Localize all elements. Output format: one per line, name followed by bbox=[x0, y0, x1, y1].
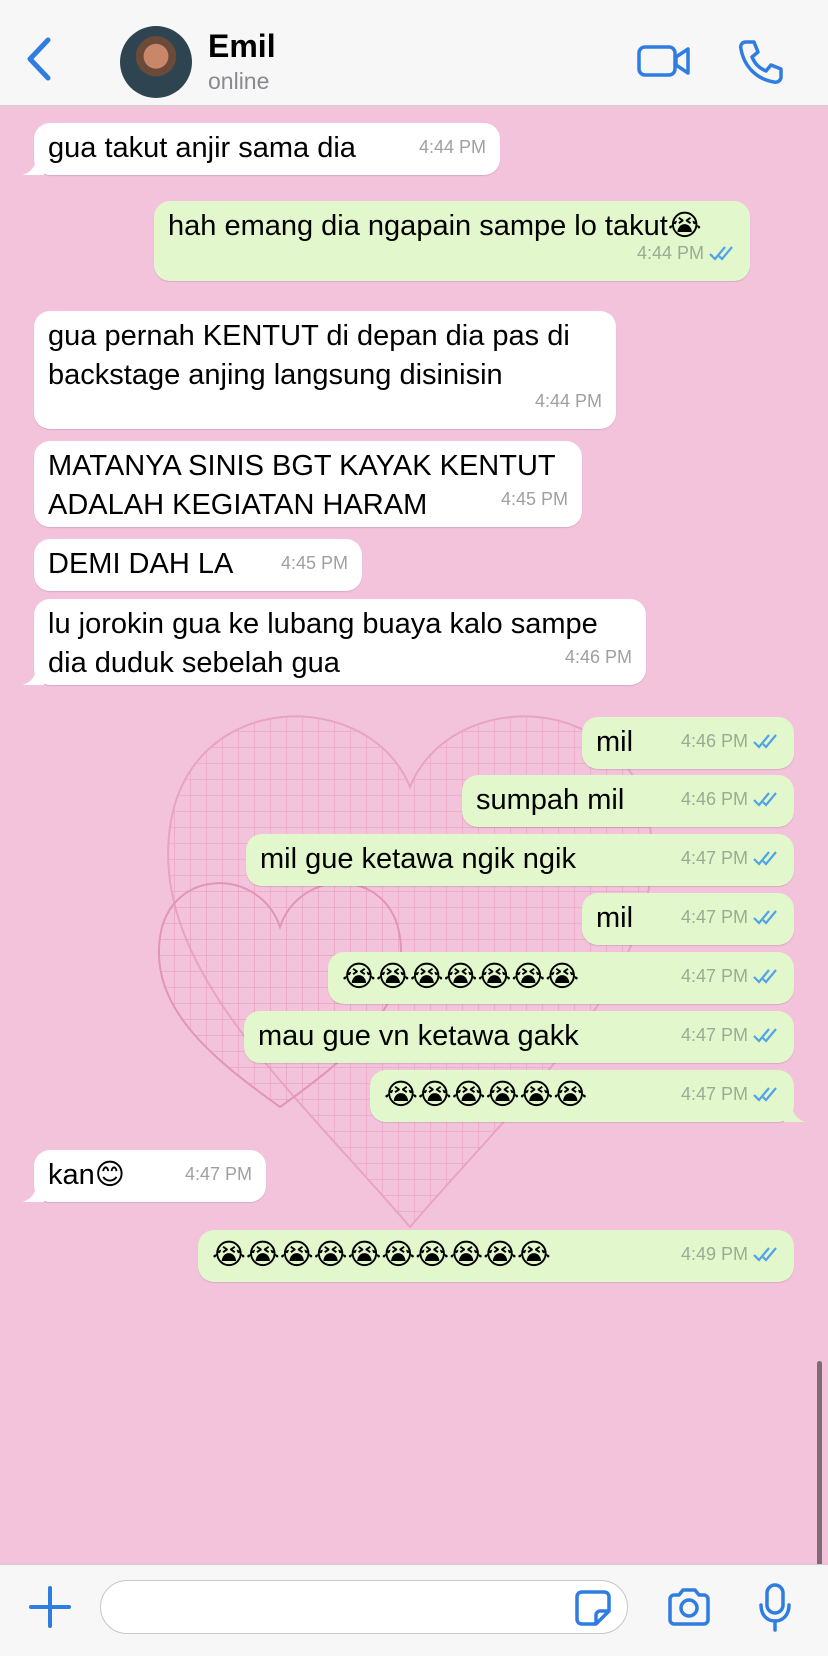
message-time: 4:46 PM bbox=[680, 789, 748, 809]
message-timestamp: 4:44 PM bbox=[535, 382, 602, 421]
message-timestamp: 4:44 PM bbox=[419, 128, 486, 167]
sticker-icon[interactable] bbox=[574, 1589, 612, 1627]
bubble-tail bbox=[22, 157, 44, 175]
bubble-tail bbox=[784, 1104, 806, 1122]
message-time: 4:44 PM bbox=[418, 137, 486, 157]
composer-bar bbox=[0, 1564, 828, 1656]
message-timestamp: 4:46 PM bbox=[681, 722, 780, 761]
message-timestamp: 4:47 PM bbox=[681, 839, 780, 878]
incoming-message-bubble[interactable]: gua takut anjir sama dia 4:44 PM bbox=[22, 123, 500, 175]
contact-status: online bbox=[208, 68, 270, 94]
message-time: 4:45 PM bbox=[280, 553, 348, 573]
read-receipt-icon bbox=[753, 1028, 777, 1043]
read-receipt-icon bbox=[709, 246, 733, 261]
outgoing-message-bubble[interactable]: 😭😭😭😭😭😭😭😭😭😭 4:49 PM bbox=[198, 1230, 794, 1282]
message-list[interactable]: gua takut anjir sama dia 4:44 PM hah emang… bbox=[0, 107, 828, 1564]
message-time: 4:47 PM bbox=[680, 1084, 748, 1104]
read-receipt-icon bbox=[753, 792, 777, 807]
read-receipt-icon bbox=[753, 910, 777, 925]
message-time: 4:46 PM bbox=[564, 647, 632, 667]
message-timestamp: 4:46 PM bbox=[565, 638, 632, 677]
message-time: 4:47 PM bbox=[184, 1164, 252, 1184]
bubble-tail bbox=[22, 667, 44, 685]
message-time: 4:46 PM bbox=[680, 731, 748, 751]
message-time: 4:47 PM bbox=[680, 1025, 748, 1045]
message-time: 4:47 PM bbox=[680, 966, 748, 986]
message-time: 4:47 PM bbox=[680, 848, 748, 868]
message-timestamp: 4:45 PM bbox=[281, 544, 348, 583]
contact-name[interactable]: Emil bbox=[208, 28, 276, 65]
message-timestamp: 4:47 PM bbox=[681, 957, 780, 996]
incoming-message-bubble[interactable]: gua pernah KENTUT di depan dia pas di ba… bbox=[34, 311, 616, 429]
message-timestamp: 4:46 PM bbox=[681, 780, 780, 819]
message-text: MATANYA SINIS BGT KAYAK KENTUT ADALAH KE… bbox=[48, 450, 562, 521]
message-timestamp: 4:49 PM bbox=[681, 1235, 780, 1274]
outgoing-message-bubble[interactable]: mau gue vn ketawa gakk 4:47 PM bbox=[244, 1011, 794, 1063]
message-input[interactable] bbox=[100, 1580, 628, 1634]
outgoing-message-bubble[interactable]: mil 4:46 PM bbox=[582, 717, 794, 769]
camera-icon[interactable] bbox=[666, 1587, 712, 1627]
phone-icon[interactable] bbox=[736, 38, 784, 86]
bubble-tail bbox=[22, 1184, 44, 1202]
video-camera-icon[interactable] bbox=[636, 38, 692, 84]
incoming-message-bubble[interactable]: kan😊 4:47 PM bbox=[22, 1150, 266, 1202]
incoming-message-bubble[interactable]: DEMI DAH LA 4:45 PM bbox=[34, 539, 362, 591]
incoming-message-bubble[interactable]: lu jorokin gua ke lubang buaya kalo samp… bbox=[22, 599, 646, 685]
message-time: 4:45 PM bbox=[500, 489, 568, 509]
message-time: 4:49 PM bbox=[680, 1244, 748, 1264]
outgoing-message-bubble[interactable]: mil gue ketawa ngik ngik 4:47 PM bbox=[246, 834, 794, 886]
read-receipt-icon bbox=[753, 851, 777, 866]
chat-header: Emil online bbox=[0, 0, 828, 106]
read-receipt-icon bbox=[753, 1087, 777, 1102]
outgoing-message-bubble[interactable]: 😭😭😭😭😭😭 4:47 PM bbox=[370, 1070, 806, 1122]
scrollbar[interactable] bbox=[817, 1361, 822, 1564]
read-receipt-icon bbox=[753, 969, 777, 984]
message-timestamp: 4:47 PM bbox=[681, 1016, 780, 1055]
message-text: lu jorokin gua ke lubang buaya kalo samp… bbox=[48, 608, 606, 679]
plus-icon[interactable] bbox=[28, 1585, 72, 1629]
message-time: 4:44 PM bbox=[534, 391, 602, 411]
outgoing-message-bubble[interactable]: 😭😭😭😭😭😭😭 4:47 PM bbox=[328, 952, 794, 1004]
outgoing-message-bubble[interactable]: sumpah mil 4:46 PM bbox=[462, 775, 794, 827]
outgoing-message-bubble[interactable]: mil 4:47 PM bbox=[582, 893, 794, 945]
incoming-message-bubble[interactable]: MATANYA SINIS BGT KAYAK KENTUT ADALAH KE… bbox=[34, 441, 582, 527]
message-timestamp: 4:44 PM bbox=[637, 234, 736, 273]
message-timestamp: 4:45 PM bbox=[501, 480, 568, 519]
message-time: 4:47 PM bbox=[680, 907, 748, 927]
message-text: gua pernah KENTUT di depan dia pas di ba… bbox=[48, 320, 578, 391]
read-receipt-icon bbox=[753, 734, 777, 749]
message-timestamp: 4:47 PM bbox=[185, 1155, 252, 1194]
message-timestamp: 4:47 PM bbox=[681, 1075, 780, 1114]
microphone-icon[interactable] bbox=[758, 1583, 792, 1633]
message-time: 4:44 PM bbox=[636, 243, 704, 263]
avatar[interactable] bbox=[120, 26, 192, 98]
outgoing-message-bubble[interactable]: hah emang dia ngapain sampe lo takut😭 4:4… bbox=[154, 201, 750, 281]
message-timestamp: 4:47 PM bbox=[681, 898, 780, 937]
chevron-left-icon[interactable] bbox=[22, 36, 56, 82]
read-receipt-icon bbox=[753, 1247, 777, 1262]
